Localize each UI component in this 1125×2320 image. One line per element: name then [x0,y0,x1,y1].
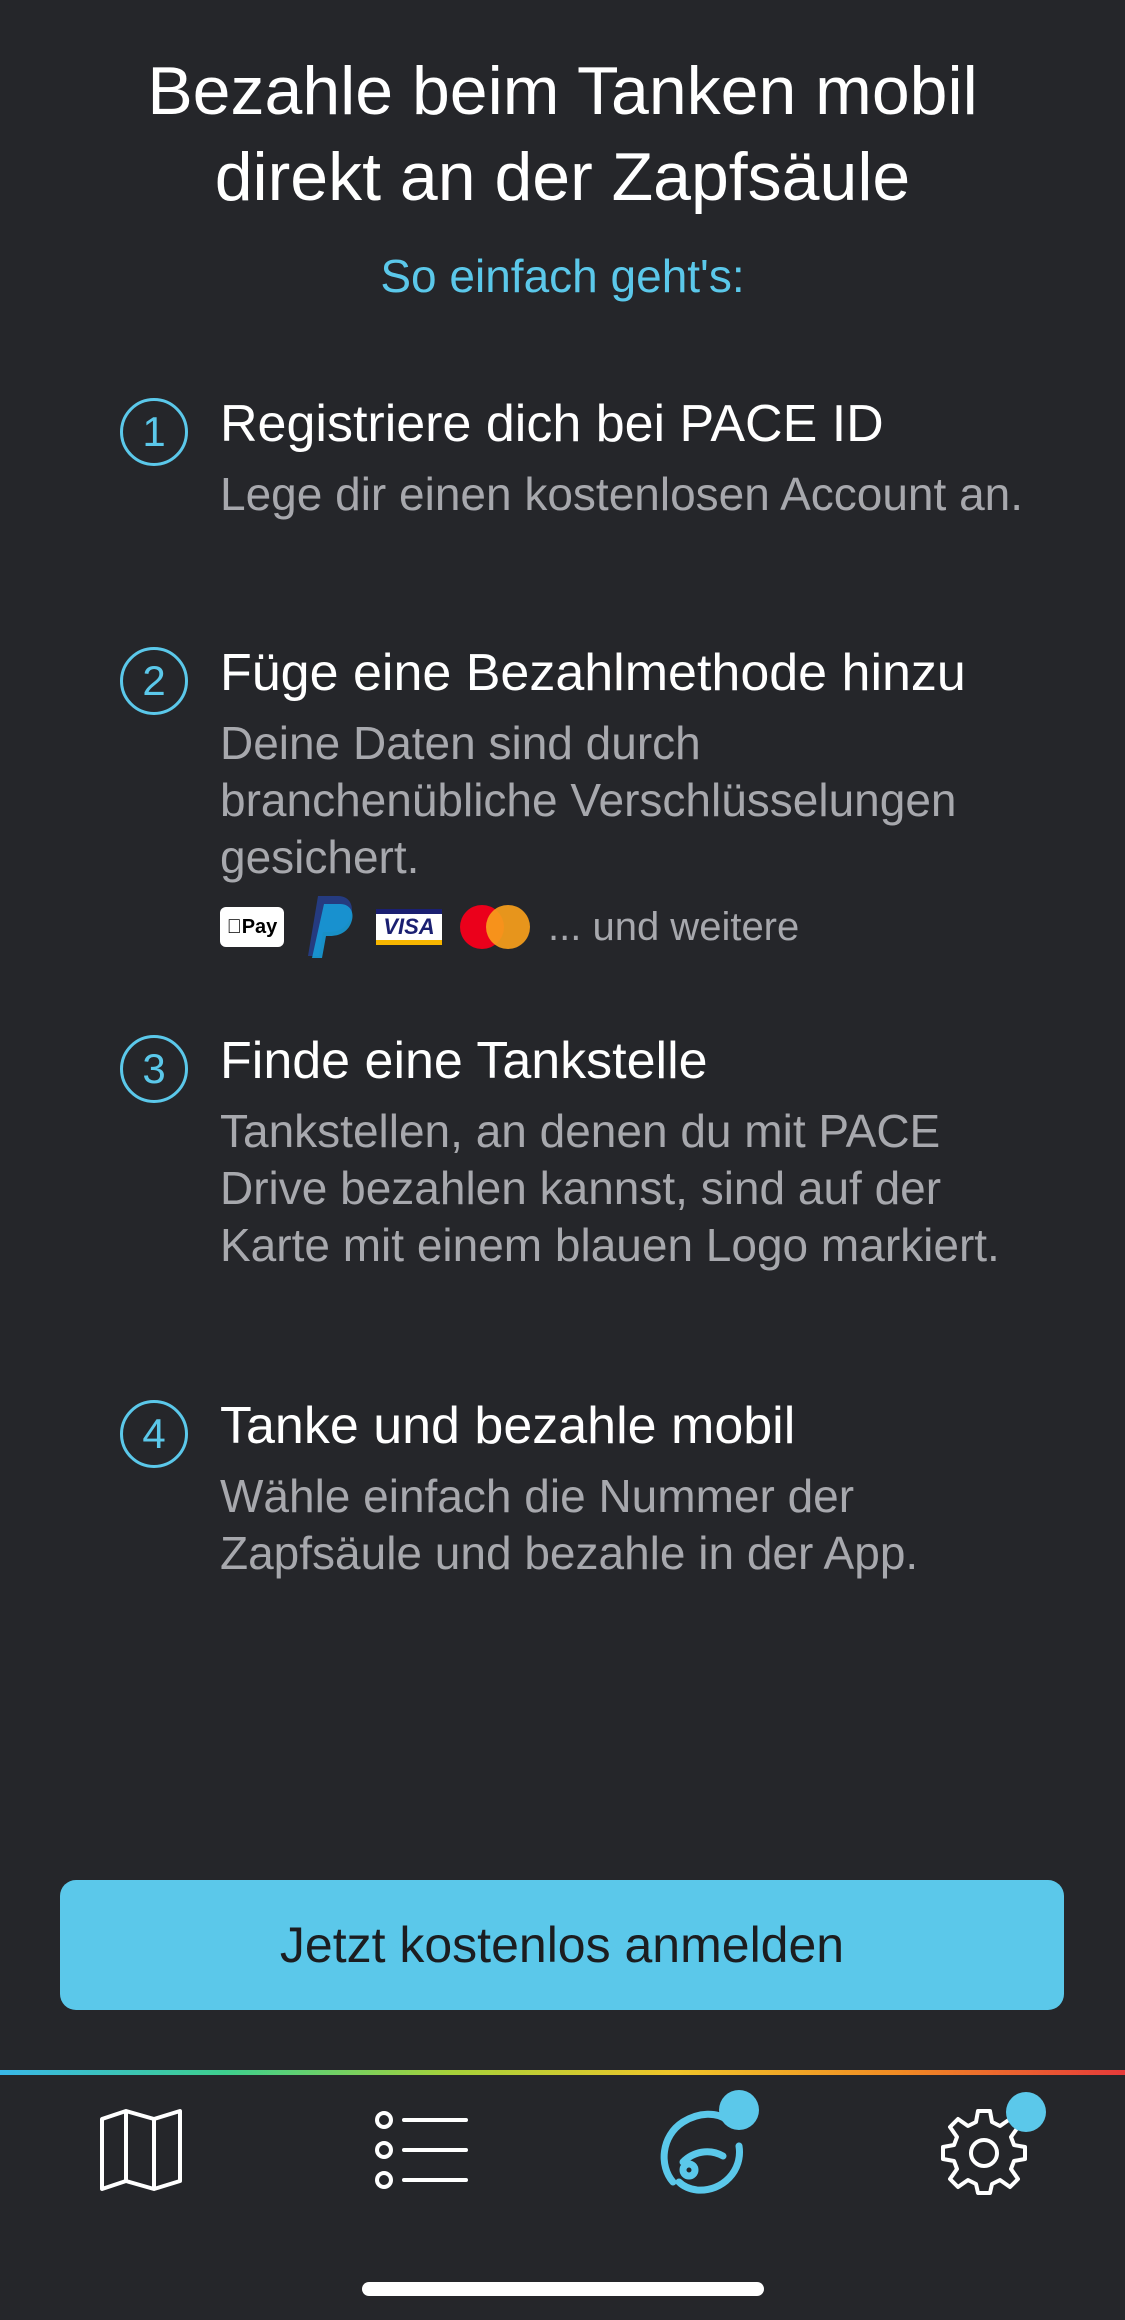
step-title: Finde eine Tankstelle [220,1032,708,1090]
screen: Bezahle beim Tanken mobil direkt an der … [0,0,1125,2320]
step-number-badge: 1 [120,398,188,466]
page-title: Bezahle beim Tanken mobil direkt an der … [0,48,1125,220]
step-number-badge: 2 [120,647,188,715]
paypal-icon [308,896,353,958]
step-title: Tanke und bezahle mobil [220,1397,796,1455]
visa-label: VISA [383,914,435,939]
tab-pace-drive[interactable] [623,2080,783,2220]
page-subtitle: So einfach geht's: [380,250,745,302]
tab-list[interactable] [342,2080,502,2220]
step-number-badge: 3 [120,1035,188,1103]
mastercard-yellow-circle [486,905,530,949]
step-description: Lege dir einen kostenlosen Account an. [220,468,1024,520]
apple-glyph:  [227,916,242,938]
visa-stripe-bottom [376,940,442,945]
step-title: Registriere dich bei PACE ID [220,395,884,453]
step-description: Wähle einfach die Nummer der Zapfsäule u… [220,1470,919,1579]
visa-icon: VISA [376,909,442,945]
more-payment-methods-label: ... und weitere [548,905,800,949]
step-title: Füge eine Bezahlmethode hinzu [220,644,966,702]
map-icon [99,2109,182,2191]
apple-pay-icon: Pay [220,907,284,947]
tab-settings[interactable] [904,2080,1064,2220]
payment-methods: Pay VISA ... und weitere [220,892,799,962]
home-indicator [362,2282,764,2296]
list-icon [374,2111,468,2189]
step-number-badge: 4 [120,1400,188,1468]
page-title-line-2: direkt an der Zapfsäule [214,139,911,215]
step-description: Tankstellen, an denen du mit PACE Drive … [220,1105,1000,1271]
mastercard-icon [460,905,530,949]
register-free-button[interactable]: Jetzt kostenlos anmelden [60,1880,1064,2010]
tab-bar [0,2075,1125,2225]
step-description: Deine Daten sind durch branchenübliche V… [220,717,957,883]
tab-map[interactable] [61,2080,221,2220]
notification-badge [719,2090,760,2130]
page-title-line-1: Bezahle beim Tanken mobil [147,53,978,129]
notification-badge [1006,2092,1047,2132]
apple-pay-label: Pay [234,916,278,938]
